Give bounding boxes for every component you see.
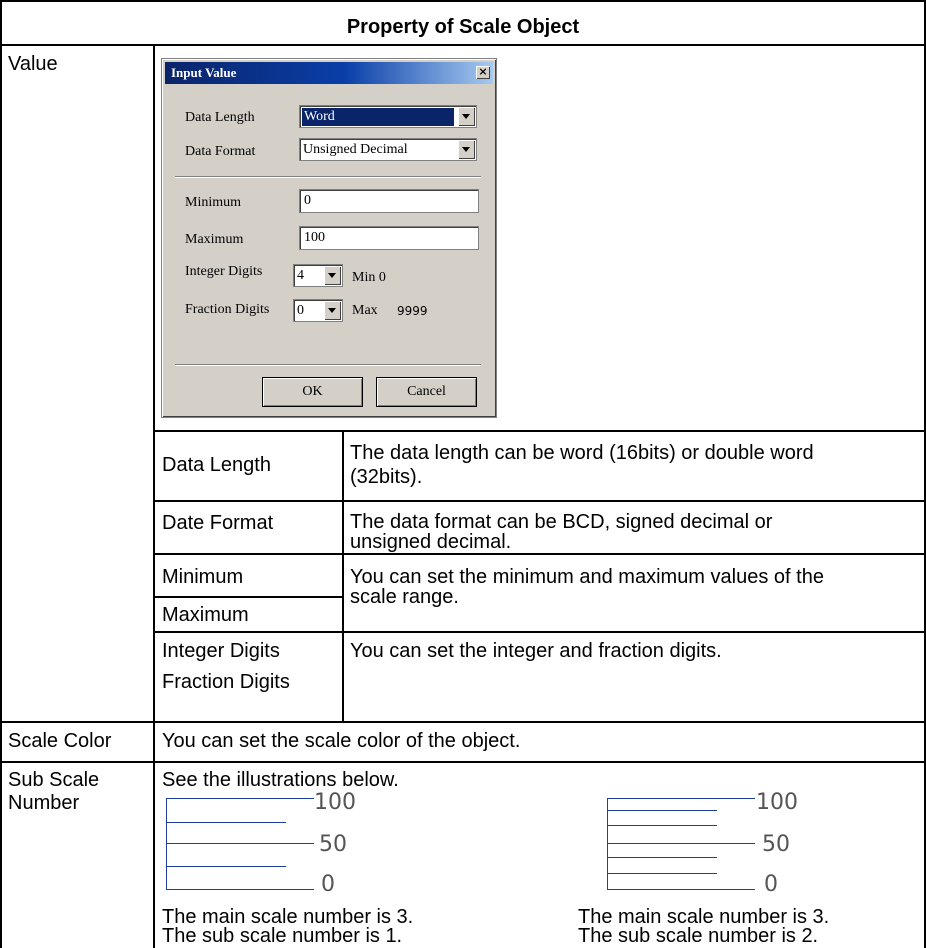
field-desc-date-format-line2: unsigned decimal.: [350, 531, 512, 553]
chevron-down-icon[interactable]: [324, 301, 341, 320]
data-format-label: Data Format: [185, 144, 256, 159]
field-name-minimum: Minimum: [162, 566, 244, 588]
max-value: 9999: [397, 304, 428, 318]
maximum-value: 100: [304, 230, 325, 245]
input-value-dialog: Input Value × Data Length Word Data Form…: [161, 58, 497, 418]
chevron-down-icon[interactable]: [324, 266, 341, 285]
fraction-digits-value: 0: [297, 303, 304, 318]
data-format-value: Unsigned Decimal: [303, 142, 408, 157]
right-caption-line2: The sub scale number is 2.: [578, 925, 819, 947]
scale-label-mid: 50: [319, 832, 347, 857]
field-name-date-format: Date Format: [162, 512, 274, 534]
field-name-integer-digits: Integer Digits: [162, 640, 280, 662]
right-caption-line1: The main scale number is 3.: [578, 906, 830, 928]
maximum-label: Maximum: [185, 232, 244, 247]
scale-label-mid: 50: [762, 832, 790, 857]
chevron-down-icon[interactable]: [458, 107, 475, 126]
data-length-select[interactable]: Word: [299, 105, 477, 128]
fraction-digits-label: Fraction Digits: [185, 302, 270, 317]
scale-color-desc: You can set the scale color of the objec…: [162, 730, 521, 752]
cancel-button[interactable]: Cancel: [376, 377, 477, 407]
field-name-fraction-digits: Fraction Digits: [162, 671, 290, 693]
minimum-input[interactable]: 0: [299, 189, 479, 213]
integer-digits-label: Integer Digits: [185, 264, 263, 279]
scale-label-bottom: 0: [321, 872, 335, 897]
minimum-value: 0: [304, 193, 311, 208]
fraction-digits-select[interactable]: 0: [293, 299, 343, 322]
field-name-maximum: Maximum: [162, 604, 249, 626]
field-desc-minmax-line2: scale range.: [350, 586, 459, 608]
row-label-value: Value: [8, 53, 58, 75]
minimum-label: Minimum: [185, 195, 242, 210]
sub-scale-intro: See the illustrations below.: [162, 769, 399, 791]
field-name-data-length: Data Length: [162, 454, 271, 476]
integer-digits-value: 4: [297, 268, 304, 283]
field-desc-data-length-line2: (32bits).: [350, 466, 423, 488]
scale-label-top: 100: [314, 790, 356, 815]
dialog-title-bar: Input Value ×: [165, 62, 493, 84]
left-caption-line2: The sub scale number is 1.: [162, 925, 403, 947]
divider: [175, 364, 481, 366]
row-label-sub-scale-line1: Sub Scale: [8, 769, 100, 791]
maximum-input[interactable]: 100: [299, 226, 479, 250]
ok-button[interactable]: OK: [262, 377, 363, 407]
scale-label-top: 100: [756, 790, 798, 815]
data-format-select[interactable]: Unsigned Decimal: [299, 138, 477, 161]
data-length-label: Data Length: [185, 110, 255, 125]
data-length-value: Word: [302, 108, 454, 126]
dialog-title: Input Value: [171, 65, 237, 80]
chevron-down-icon[interactable]: [458, 140, 475, 159]
table-header: Property of Scale Object: [346, 16, 580, 38]
scale-label-bottom: 0: [764, 872, 778, 897]
field-desc-digits: You can set the integer and fraction dig…: [350, 640, 722, 662]
row-label-scale-color: Scale Color: [8, 730, 112, 752]
min-text: Min 0: [352, 270, 386, 285]
close-icon[interactable]: ×: [476, 66, 490, 79]
left-caption-line1: The main scale number is 3.: [162, 906, 414, 928]
field-desc-data-length-line1: The data length can be word (16bits) or …: [350, 442, 814, 464]
max-label: Max: [352, 303, 378, 318]
row-label-sub-scale-line2: Number: [8, 792, 80, 814]
divider: [175, 176, 481, 178]
integer-digits-select[interactable]: 4: [293, 264, 343, 287]
